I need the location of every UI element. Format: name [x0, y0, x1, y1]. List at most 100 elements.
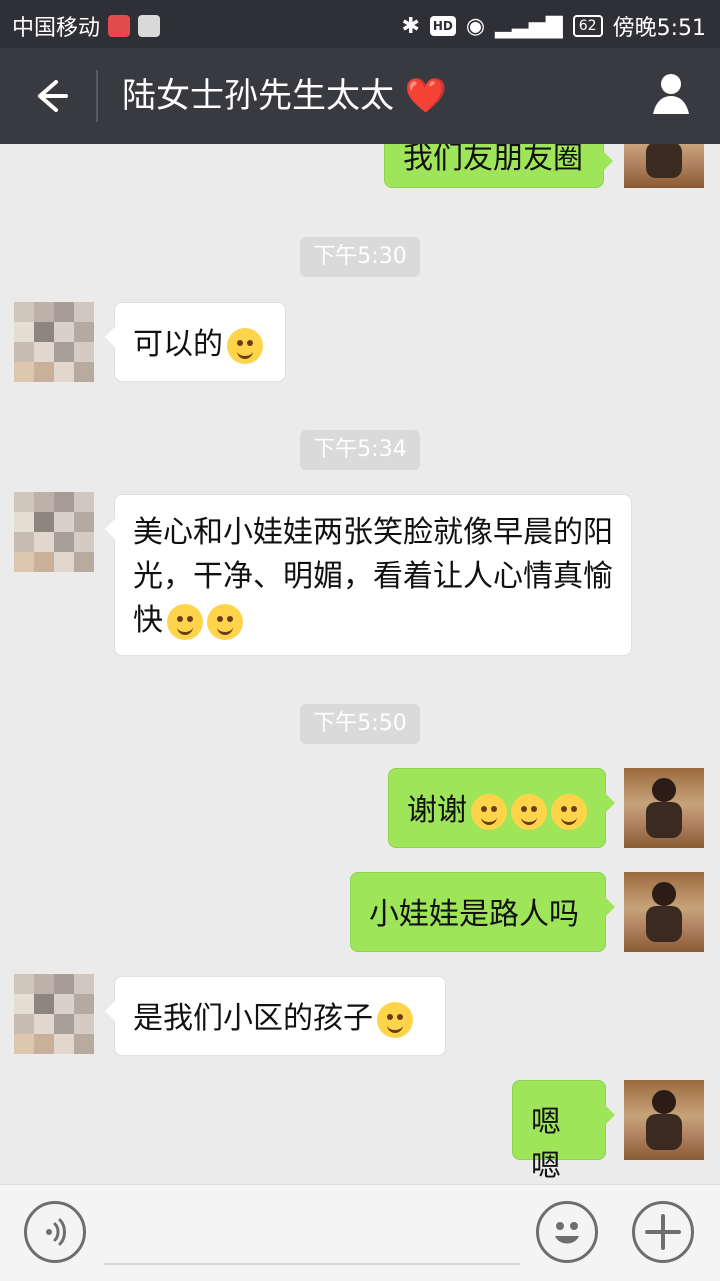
avatar-tile	[14, 322, 34, 342]
smile-face-icon	[555, 1222, 579, 1244]
avatar-tile	[14, 532, 34, 552]
avatar-tile	[74, 362, 94, 382]
message-bubble-sent[interactable]: 我们友朋友圈	[384, 144, 613, 188]
app-icon-red	[108, 15, 131, 37]
voice-wave-icon	[46, 1218, 66, 1246]
avatar-self[interactable]	[624, 1080, 704, 1160]
status-right: ✱ HD ◉ ▂▃▅▇ 62 傍晚5:51	[401, 10, 706, 42]
avatar-head	[652, 882, 676, 906]
message-text: 小娃娃是路人吗	[369, 897, 579, 932]
avatar-tile	[34, 492, 54, 512]
avatar-tile	[74, 974, 94, 994]
message-text: 谢谢	[407, 793, 467, 828]
avatar-tile	[14, 974, 34, 994]
avatar-tile	[34, 322, 54, 342]
message-bubble-sent[interactable]: 谢谢	[388, 768, 615, 848]
avatar-tile	[34, 512, 54, 532]
avatar-self[interactable]	[624, 144, 704, 188]
message-bubble-received[interactable]: 可以的	[105, 302, 286, 382]
avatar-tile	[14, 512, 34, 532]
avatar-tile	[54, 532, 74, 552]
emoji-mouth	[237, 348, 253, 359]
message-bubble-sent[interactable]: 嗯嗯	[512, 1080, 615, 1184]
grin-emoji	[551, 793, 587, 830]
bluetooth-icon: ✱	[401, 13, 420, 39]
avatar-tile	[14, 1014, 34, 1034]
status-bar: 中国移动 ✱ HD ◉ ▂▃▅▇ 62 傍晚5:51	[0, 0, 720, 48]
avatar-tile	[54, 362, 74, 382]
message-text: 可以的	[133, 327, 223, 362]
voice-button[interactable]	[24, 1201, 86, 1263]
avatar-tile	[34, 1034, 54, 1054]
avatar-tile	[54, 492, 74, 512]
emoji-mouth	[387, 1022, 403, 1033]
emoji-mouth	[177, 624, 193, 635]
message-input-line[interactable]	[104, 1263, 520, 1265]
back-button[interactable]	[28, 74, 72, 118]
avatar-tile	[34, 552, 54, 572]
avatar-tile	[74, 492, 94, 512]
avatar-tile	[14, 994, 34, 1014]
avatar-tile	[74, 322, 94, 342]
avatar-tile	[54, 342, 74, 362]
avatar-contact[interactable]	[14, 492, 94, 572]
avatar-body	[646, 144, 682, 178]
grin-emoji	[511, 793, 547, 830]
battery-percent: 62	[578, 18, 597, 34]
profile-button[interactable]	[646, 68, 696, 120]
timestamp: 下午5:50	[300, 704, 420, 744]
smile-blush-emoji	[377, 1001, 413, 1038]
battery-icon: 62	[572, 15, 603, 37]
avatar-tile	[14, 342, 34, 362]
emoji-mouth	[217, 624, 233, 635]
avatar-tile	[74, 1014, 94, 1034]
chat-header: 陆女士孙先生太太 ❤️	[0, 48, 720, 144]
chat-title-text: 陆女士孙先生太太	[122, 76, 394, 116]
avatar-tile	[14, 492, 34, 512]
avatar-head	[652, 1090, 676, 1114]
avatar-contact[interactable]	[14, 302, 94, 382]
chat-title: 陆女士孙先生太太 ❤️	[122, 70, 447, 122]
message-bubble-received[interactable]: 是我们小区的孩子	[105, 976, 446, 1056]
message-text: 美心和小娃娃两张笑脸就像早晨的阳光，干净、明媚，看着让人心情真愉快	[133, 515, 613, 638]
signal-4g-icon: ▂▃▅▇	[495, 13, 563, 39]
status-left: 中国移动	[12, 10, 161, 42]
timestamp: 下午5:30	[300, 237, 420, 277]
avatar-tile	[34, 994, 54, 1014]
avatar-tile	[34, 362, 54, 382]
avatar-tile	[74, 342, 94, 362]
app-icon-gray	[138, 15, 161, 37]
smile-blush-emoji	[167, 603, 203, 640]
avatar-tile	[54, 512, 74, 532]
avatar-self[interactable]	[624, 872, 704, 952]
avatar-tile	[54, 1014, 74, 1034]
avatar-self[interactable]	[624, 768, 704, 848]
partial-message-text: 我们友朋友圈	[403, 144, 583, 176]
avatar-tile	[14, 362, 34, 382]
timestamp: 下午5:34	[300, 430, 420, 470]
chat-area[interactable]: 我们友朋友圈 下午5:30 可以的 下午5:34 美心和小娃娃两张笑脸就像早晨的…	[0, 144, 720, 1184]
avatar-body	[646, 906, 682, 942]
avatar-tile	[54, 974, 74, 994]
avatar-tile	[74, 512, 94, 532]
avatar-tile	[54, 1034, 74, 1054]
avatar-tile	[54, 302, 74, 322]
avatar-tile	[34, 302, 54, 322]
avatar-tile	[14, 1034, 34, 1054]
heart-emoji: ❤️	[404, 76, 448, 116]
plus-icon	[645, 1214, 681, 1250]
avatar-tile	[74, 994, 94, 1014]
avatar-tile	[34, 342, 54, 362]
header-divider	[96, 70, 98, 122]
avatar-body	[646, 1114, 682, 1150]
message-bubble-received[interactable]: 美心和小娃娃两张笑脸就像早晨的阳光，干净、明媚，看着让人心情真愉快	[105, 494, 632, 656]
carrier-text: 中国移动	[12, 16, 101, 41]
message-bubble-sent[interactable]: 小娃娃是路人吗	[350, 872, 615, 952]
more-button[interactable]	[632, 1201, 694, 1263]
avatar-contact[interactable]	[14, 974, 94, 1054]
emoji-button[interactable]	[536, 1201, 598, 1263]
message-text: 嗯嗯	[531, 1105, 561, 1184]
avatar-tile	[54, 994, 74, 1014]
smile-blush-emoji	[207, 603, 243, 640]
message-text: 是我们小区的孩子	[133, 1001, 373, 1036]
